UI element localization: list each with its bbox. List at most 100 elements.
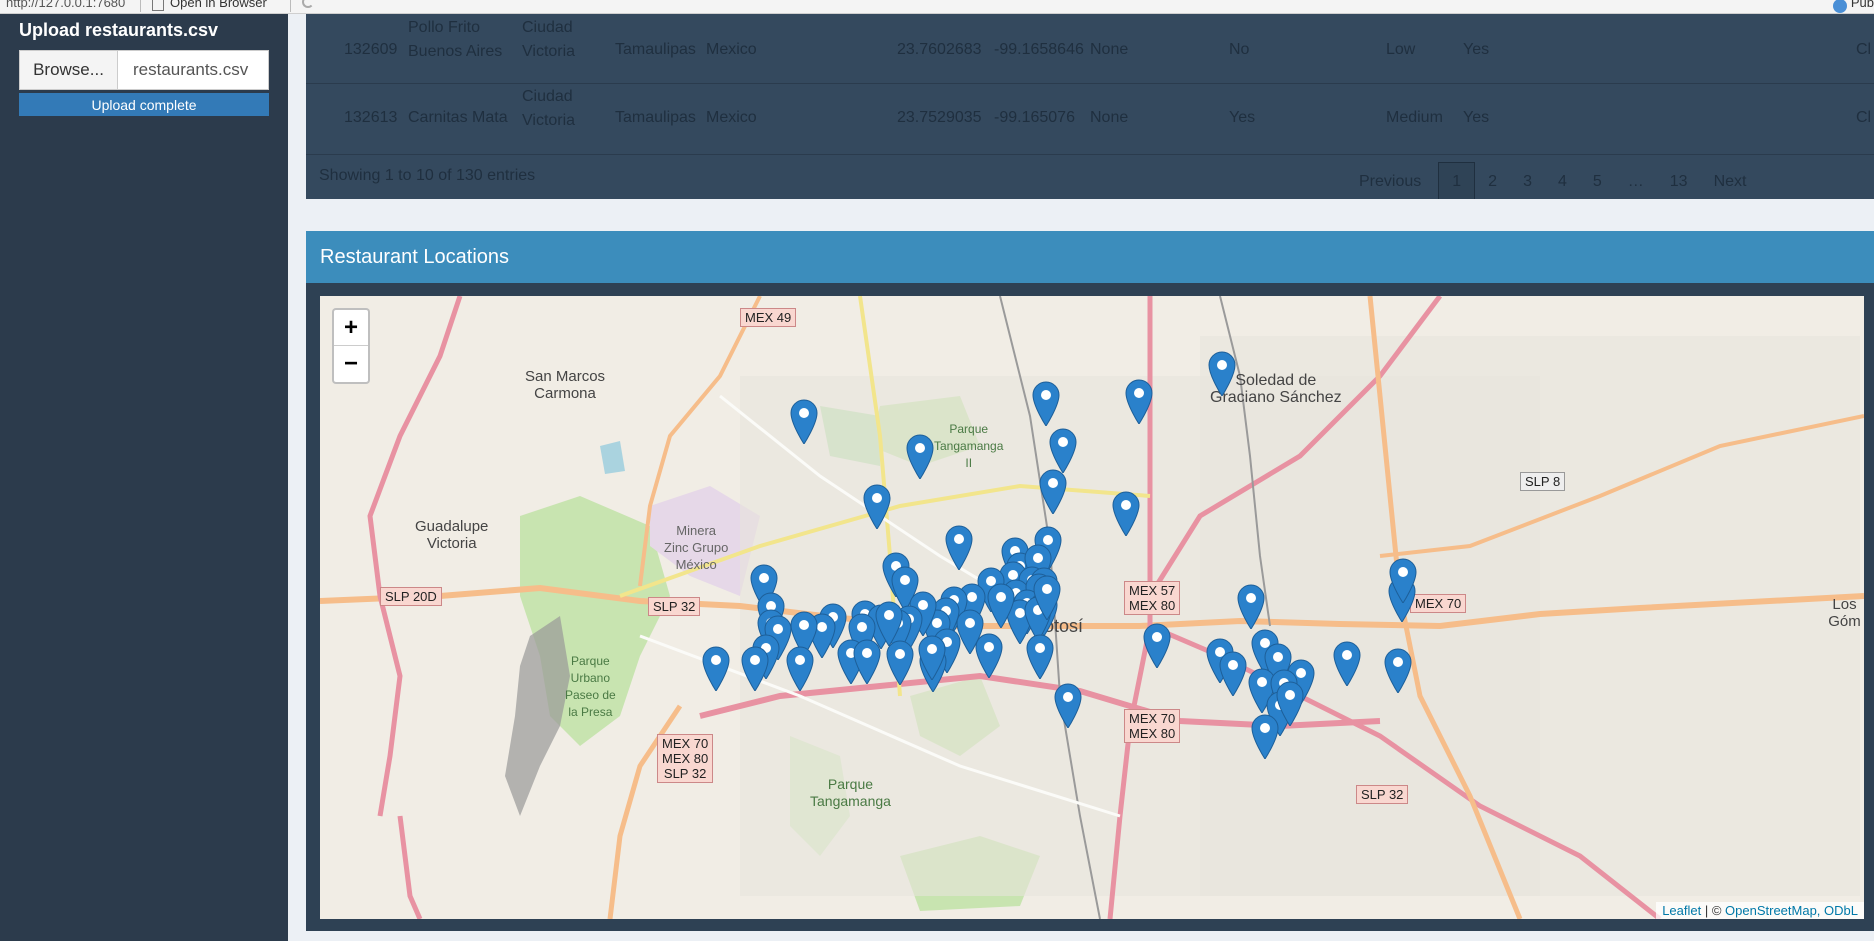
zoom-out-button[interactable]: − (334, 346, 368, 382)
place-label: San Marcos Carmona (525, 368, 606, 402)
cell-alcohol: None (1090, 109, 1129, 126)
toolbar-divider (290, 0, 291, 12)
cell-name: Pollo Frito Buenos Aires (408, 19, 503, 60)
map-marker-pin[interactable] (1383, 647, 1413, 694)
page-3-button[interactable]: 3 (1510, 162, 1545, 199)
next-page-button[interactable]: Next (1701, 162, 1760, 199)
map-marker-pin[interactable] (1053, 682, 1083, 729)
page-1-button[interactable]: 1 (1438, 162, 1476, 199)
attribution-separator: | © (1701, 903, 1726, 918)
map-marker-pin[interactable] (785, 645, 815, 692)
map-marker-pin[interactable] (740, 645, 770, 692)
page-13-button[interactable]: 13 (1657, 162, 1701, 199)
map-marker-pin[interactable] (852, 638, 882, 685)
zoom-in-button[interactable]: + (334, 310, 368, 346)
marker-pin-icon (1054, 683, 1082, 729)
road (397, 815, 423, 919)
cell-state: Tamaulipas (615, 41, 696, 58)
marker-pin-icon (1032, 381, 1060, 427)
marker-pin-icon (741, 646, 769, 692)
leaflet-map[interactable]: San Marcos Carmona Soledad de Graciano S… (320, 296, 1864, 919)
file-input[interactable]: Browse... restaurants.csv (19, 50, 269, 90)
map-marker-pin[interactable] (1031, 380, 1061, 427)
cell-extra: Cl (1856, 109, 1872, 126)
map-attribution: Leaflet | © OpenStreetMap, ODbL (1656, 902, 1864, 919)
map-marker-pin[interactable] (862, 483, 892, 530)
map-box-title: Restaurant Locations (320, 245, 510, 268)
map-marker-pin[interactable] (986, 582, 1016, 629)
map-marker-pin[interactable] (1388, 557, 1418, 604)
place-label: Los Góm (1828, 596, 1861, 630)
toolbar-divider (140, 0, 141, 12)
marker-pin-icon (1251, 714, 1279, 760)
map-marker-pin[interactable] (974, 632, 1004, 679)
map-marker-pin[interactable] (1111, 490, 1141, 537)
road-shield: MEX 70 (1410, 594, 1467, 613)
cell-city: Ciudad Victoria (522, 19, 576, 60)
marker-pin-icon (1026, 634, 1054, 680)
map-marker-pin[interactable] (1207, 350, 1237, 397)
marker-pin-icon (1033, 575, 1061, 621)
map-marker-pin[interactable] (885, 639, 915, 686)
browser-toolbar: http://127.0.0.1:7680 Open in Browser Pu… (0, 0, 1874, 14)
upload-progress-label: Upload complete (91, 96, 197, 113)
refresh-icon[interactable] (302, 0, 314, 8)
osm-link[interactable]: OpenStreetMap, ODbL (1725, 903, 1858, 918)
publish-button[interactable]: Pub (1832, 0, 1874, 13)
pagination: Previous 1 2 3 4 5 … 13 Next (1346, 162, 1759, 199)
cell-country: Mexico (706, 41, 757, 58)
marker-pin-icon (1143, 623, 1171, 669)
table-footer: Showing 1 to 10 of 130 entries Previous … (306, 154, 1874, 199)
table-row: 132613 Carnitas Mata Ciudad Victoria Tam… (306, 85, 1874, 155)
map-marker-pin[interactable] (1025, 633, 1055, 680)
cell-state: Tamaulipas (615, 109, 696, 126)
cell-alcohol: None (1090, 41, 1129, 58)
map-marker-pin[interactable] (1250, 713, 1280, 760)
leaflet-link[interactable]: Leaflet (1662, 903, 1701, 918)
browse-button[interactable]: Browse... (19, 50, 118, 90)
page-ellipsis: … (1627, 173, 1644, 190)
url-text[interactable]: http://127.0.0.1:7680 (6, 0, 125, 10)
map-box: Restaurant Locations San Marcos Carmona … (306, 231, 1874, 931)
marker-pin-icon (918, 635, 946, 681)
marker-pin-icon (1237, 584, 1265, 630)
marker-pin-icon (945, 525, 973, 571)
map-box-header: Restaurant Locations (306, 231, 1874, 283)
map-marker-pin[interactable] (1236, 583, 1266, 630)
data-table-box: 132609 Pollo Frito Buenos Aires Ciudad V… (306, 14, 1874, 199)
map-marker-pin[interactable] (1124, 378, 1154, 425)
file-name-field[interactable]: restaurants.csv (118, 50, 269, 90)
page-5-button[interactable]: 5 (1580, 162, 1615, 199)
marker-pin-icon (853, 639, 881, 685)
place-label: Parque Urbano Paseo de la Presa (565, 654, 616, 719)
water-area (600, 441, 625, 474)
map-marker-pin[interactable] (944, 524, 974, 571)
marker-pin-icon (1219, 651, 1247, 697)
map-marker-pin[interactable] (917, 634, 947, 681)
page-2-button[interactable]: 2 (1475, 162, 1510, 199)
road-shield: MEX 57 MEX 80 (1124, 581, 1181, 615)
upload-progress-bar: Upload complete (19, 93, 269, 116)
map-marker-pin[interactable] (1218, 650, 1248, 697)
open-in-browser-button[interactable]: Open in Browser (152, 0, 267, 11)
map-marker-pin[interactable] (1038, 468, 1068, 515)
previous-page-button[interactable]: Previous (1346, 162, 1434, 199)
cell-smoking: Yes (1229, 109, 1256, 126)
cell-price: Low (1386, 41, 1416, 58)
publish-icon (1832, 0, 1847, 13)
map-marker-pin[interactable] (905, 433, 935, 480)
map-marker-pin[interactable] (789, 398, 819, 445)
map-marker-pin[interactable] (701, 645, 731, 692)
cell-city: Ciudad Victoria (522, 88, 576, 129)
road-shield: SLP 8 (1520, 472, 1566, 491)
map-marker-pin[interactable] (1332, 640, 1362, 687)
marker-pin-icon (1049, 428, 1077, 474)
map-marker-pin[interactable] (1048, 427, 1078, 474)
map-marker-pin[interactable] (1032, 574, 1062, 621)
table-row: 132609 Pollo Frito Buenos Aires Ciudad V… (306, 14, 1874, 84)
zoom-control: + − (332, 308, 370, 384)
map-marker-pin[interactable] (1142, 622, 1172, 669)
open-in-browser-label: Open in Browser (170, 0, 267, 10)
road-shield: SLP 32 (1356, 785, 1409, 804)
page-4-button[interactable]: 4 (1545, 162, 1580, 199)
